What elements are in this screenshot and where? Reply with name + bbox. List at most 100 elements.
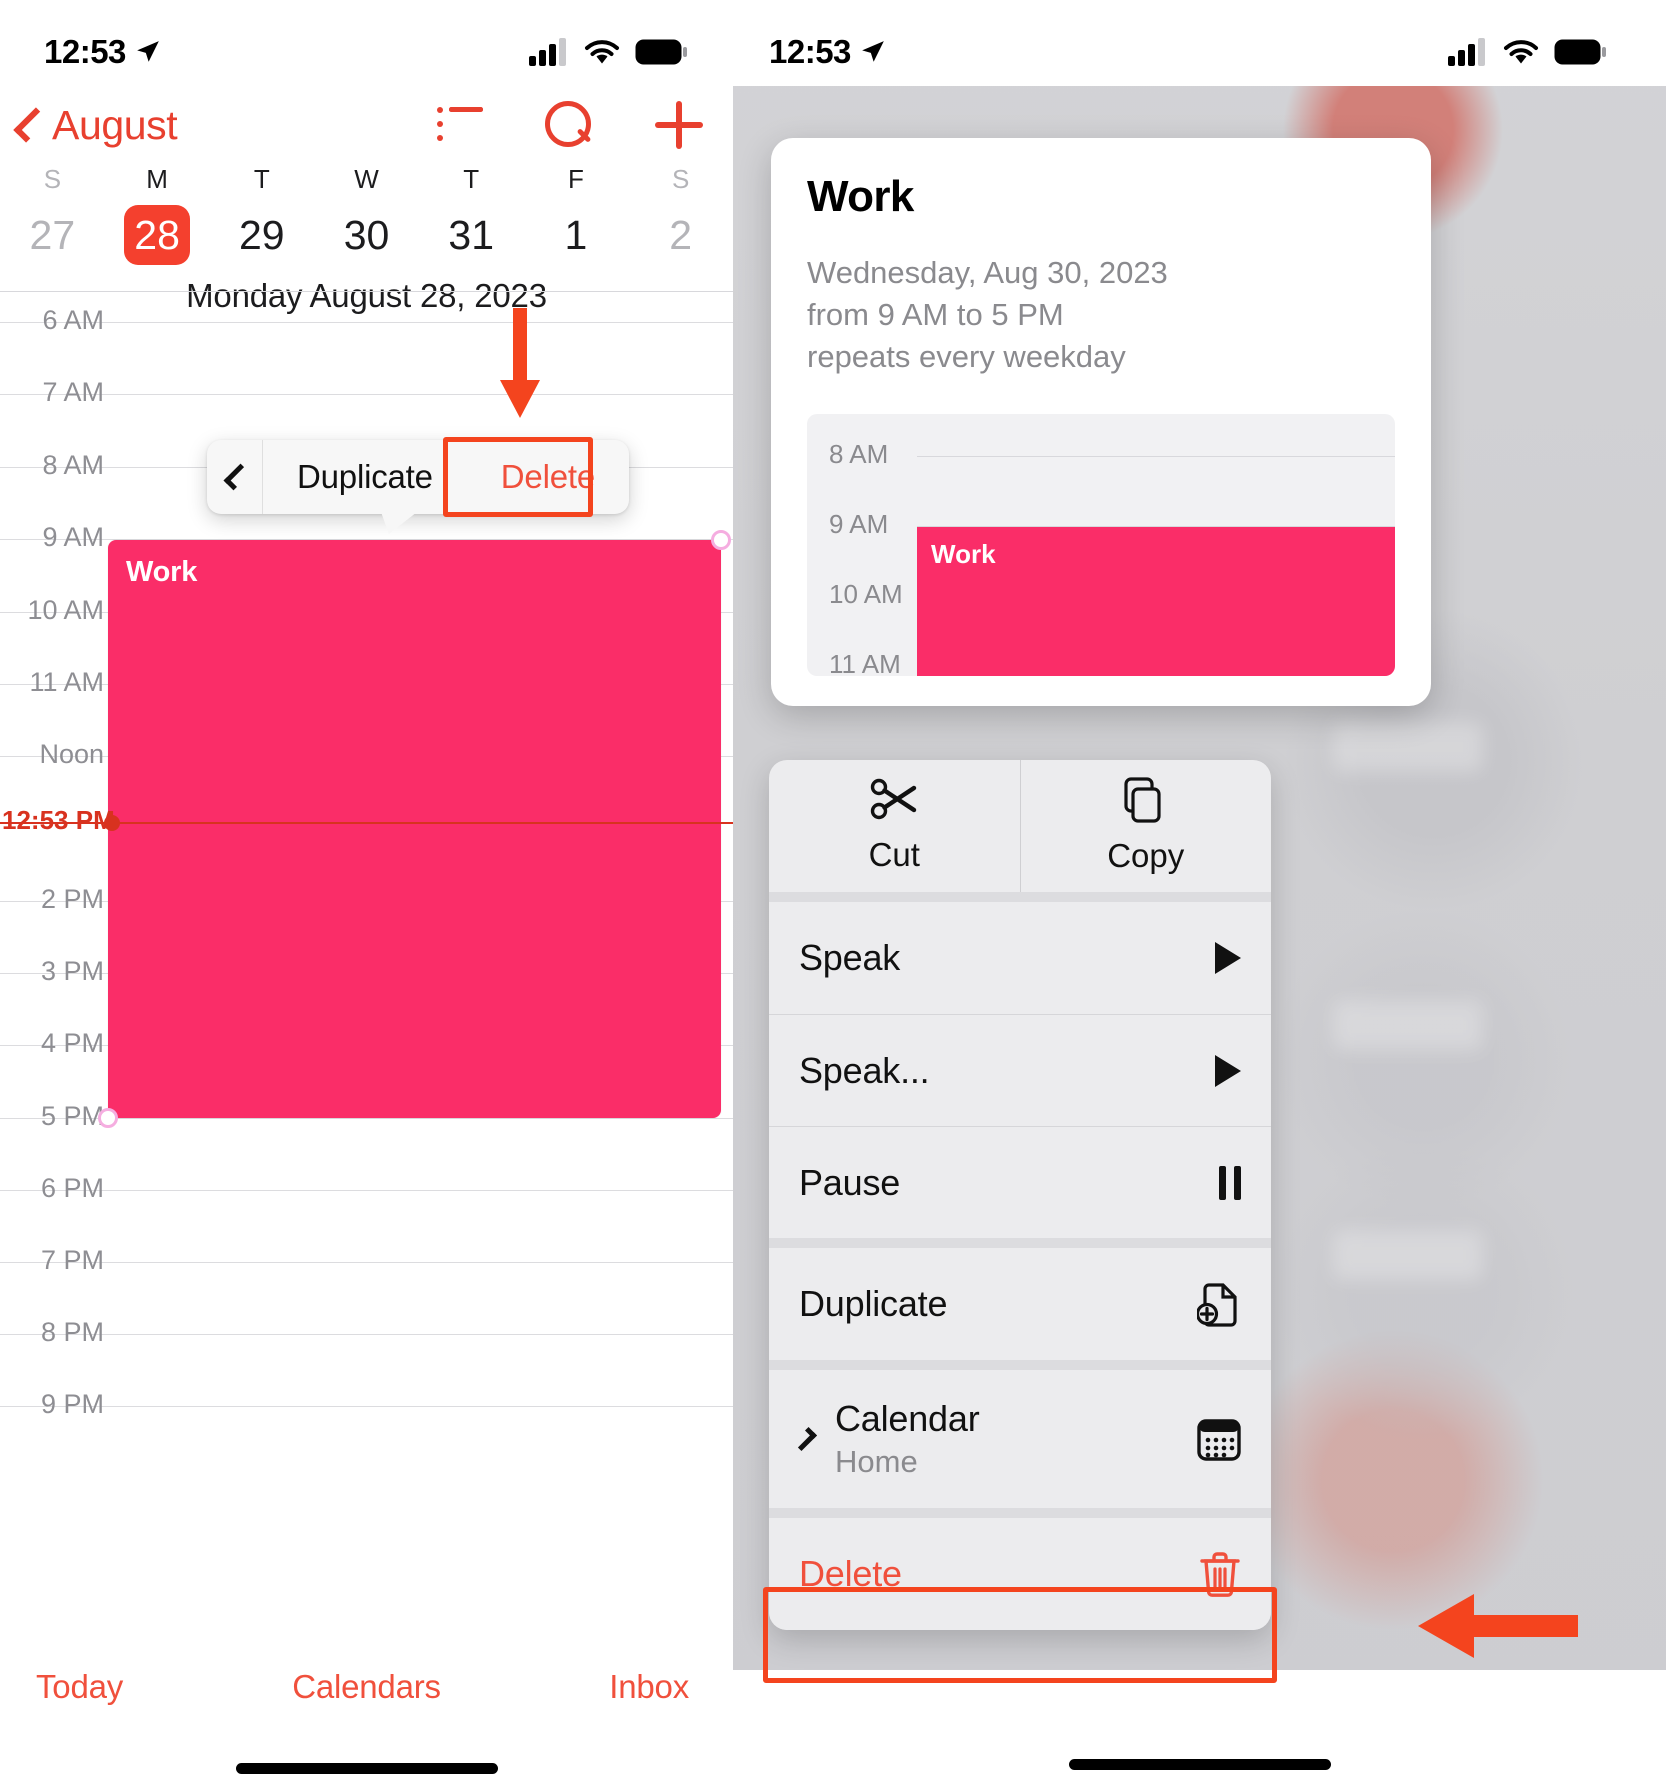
- annotation-arrow-down: [500, 308, 540, 418]
- menu-item-delete[interactable]: Delete: [769, 1518, 1271, 1630]
- hour-line: [104, 1118, 733, 1119]
- week-day-4[interactable]: T 31: [419, 160, 524, 265]
- menu-item-speak[interactable]: Speak: [769, 902, 1271, 1014]
- week-day-0[interactable]: S 27: [0, 160, 105, 265]
- dow-label: T: [253, 164, 270, 194]
- calendar-icon: [1197, 1419, 1241, 1461]
- menu-item-label: Speak: [799, 937, 901, 978]
- date-number: 31: [448, 211, 495, 258]
- play-triangle-icon: [1215, 942, 1241, 974]
- menu-separator: [769, 1238, 1271, 1248]
- status-time-group: 12:53: [44, 33, 161, 71]
- current-time-label: 12:53 PM: [2, 805, 115, 835]
- hour-line: [104, 394, 733, 395]
- hour-line: [104, 1406, 733, 1407]
- resize-handle-bottom[interactable]: [98, 1108, 118, 1128]
- hour-line: [104, 1190, 733, 1191]
- menu-item-trailing: [1197, 1417, 1241, 1461]
- menu-item-speak-options[interactable]: Speak...: [769, 1014, 1271, 1126]
- dow-label: S: [672, 164, 690, 194]
- right-status-bar: 12:53: [733, 0, 1666, 86]
- menu-item-pause[interactable]: Pause: [769, 1126, 1271, 1238]
- preview-repeat-line: repeats every weekday: [807, 339, 1126, 375]
- event-edit-popover: Duplicate Delete: [207, 440, 629, 534]
- tab-inbox[interactable]: Inbox: [503, 1668, 733, 1706]
- date-number: 1: [564, 211, 588, 258]
- status-time-group: 12:53: [769, 33, 886, 71]
- battery-full-icon: [635, 39, 687, 65]
- home-indicator: [1068, 1759, 1331, 1770]
- menu-copy-button[interactable]: Copy: [1019, 760, 1272, 892]
- hour-label: 6 AM: [42, 305, 104, 335]
- wifi-icon: [585, 40, 619, 64]
- chevron-left-icon: [223, 463, 251, 491]
- resize-handle-top[interactable]: [711, 530, 731, 550]
- hour-label: 4 PM: [40, 1028, 104, 1058]
- annotation-arrow-left: [1418, 1594, 1578, 1658]
- tab-today[interactable]: Today: [0, 1668, 230, 1706]
- date-number: 2: [669, 211, 693, 258]
- left-nav-bar: August: [0, 86, 733, 164]
- status-time: 12:53: [44, 33, 126, 70]
- dow-label: S: [43, 164, 62, 194]
- week-day-6[interactable]: S2: [628, 160, 733, 265]
- popover-back-button[interactable]: [207, 440, 263, 514]
- preview-time-line: from 9 AM to 5 PM: [807, 297, 1064, 333]
- search-icon[interactable]: [545, 101, 593, 149]
- menu-separator: [769, 1360, 1271, 1370]
- hour-label: 7 AM: [42, 377, 104, 407]
- menu-item-label: Delete: [799, 1553, 902, 1594]
- dow-label: F: [568, 164, 584, 194]
- left-phone-panel: 12:53 August S 27 M 28 T 29 W 30 T 31 F …: [0, 0, 733, 1792]
- date-number: 29: [238, 211, 285, 258]
- home-indicator: [235, 1763, 498, 1774]
- back-to-august-button[interactable]: August: [13, 102, 178, 149]
- mini-hour-label: 11 AM: [829, 649, 901, 677]
- location-arrow-icon: [137, 41, 159, 62]
- battery-full-icon: [1554, 39, 1606, 65]
- menu-item-label: Speak...: [799, 1049, 930, 1091]
- left-tab-bar: Today Calendars Inbox: [0, 1642, 733, 1732]
- backdrop-bottom-fill: [733, 1670, 1666, 1792]
- hour-label: 8 PM: [40, 1317, 104, 1347]
- preview-date-line: Wednesday, Aug 30, 2023: [807, 255, 1168, 290]
- event-title: Work: [126, 556, 198, 588]
- popover-delete-button[interactable]: Delete: [467, 440, 629, 514]
- hour-label: 10 AM: [27, 595, 104, 625]
- week-day-2[interactable]: T 29: [209, 160, 314, 265]
- week-dow-row: S 27 M 28 T 29 W 30 T 31 F1 S2: [0, 160, 733, 265]
- left-status-bar: 12:53: [0, 0, 733, 86]
- status-indicators: [1448, 38, 1606, 66]
- hour-line: [104, 1334, 733, 1335]
- week-day-5[interactable]: F1: [524, 160, 629, 265]
- popover-duplicate-button[interactable]: Duplicate: [263, 440, 467, 514]
- mini-hour-label: 9 AM: [829, 509, 889, 540]
- plus-icon[interactable]: [655, 101, 703, 149]
- menu-item-trailing: [1197, 1281, 1241, 1327]
- menu-item-duplicate[interactable]: Duplicate: [769, 1248, 1271, 1360]
- play-triangle-icon: [1215, 1054, 1241, 1087]
- preview-mini-timeline: 8 AM 9 AM 10 AM 11 AM Work: [807, 414, 1395, 677]
- preview-details: Wednesday, Aug 30, 2023 from 9 AM to 5 P…: [807, 252, 1395, 378]
- date-number: 27: [29, 211, 76, 258]
- event-block-work[interactable]: Work: [98, 530, 731, 1128]
- dow-label: M: [146, 164, 168, 194]
- week-day-1[interactable]: M 28: [105, 160, 210, 265]
- menu-item-calendar[interactable]: Calendar Home: [769, 1370, 1271, 1508]
- mini-hour-label: 10 AM: [829, 579, 903, 610]
- list-bullet-icon[interactable]: [437, 107, 483, 143]
- hour-label: 6 PM: [40, 1173, 104, 1203]
- status-time: 12:53: [769, 33, 851, 70]
- tab-calendars[interactable]: Calendars: [230, 1668, 503, 1706]
- context-menu-top-actions: Cut Copy: [769, 760, 1271, 892]
- hour-label: 2 PM: [40, 884, 104, 914]
- menu-cut-button[interactable]: Cut: [769, 760, 1020, 892]
- mini-hour-label: 8 AM: [829, 439, 889, 470]
- context-menu: Cut Copy Speak Speak... Pause Duplicate …: [769, 760, 1271, 1630]
- week-day-3[interactable]: W 30: [314, 160, 419, 265]
- mini-event-title: Work: [931, 539, 996, 570]
- week-strip: S 27 M 28 T 29 W 30 T 31 F1 S2 Monday August …: [0, 160, 733, 314]
- preview-title: Work: [807, 172, 914, 221]
- cellular-bars-icon: [1448, 38, 1485, 66]
- blurred-ghost-text: [1333, 1000, 1483, 1050]
